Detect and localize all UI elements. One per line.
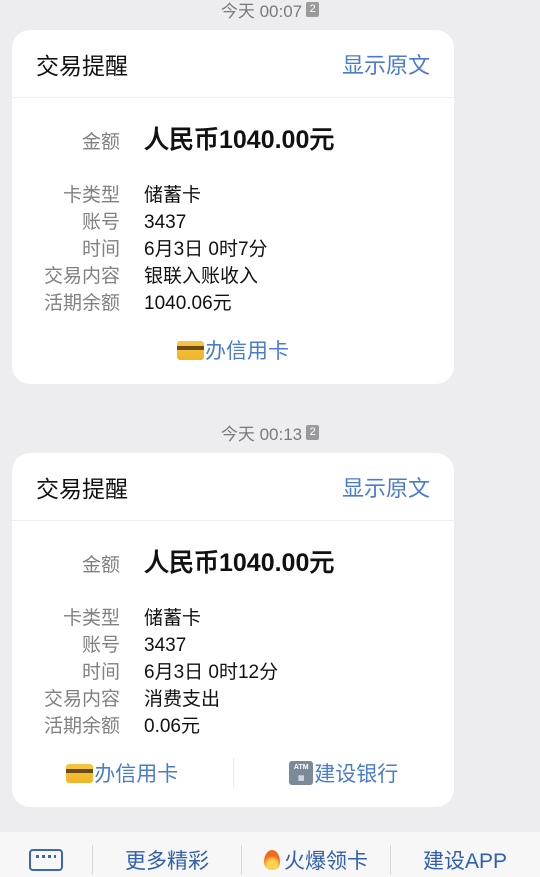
detail-label: 活期余额 — [43, 716, 120, 737]
detail-row: 交易内容 银联入账收入 — [12, 261, 454, 288]
detail-value: 3437 — [144, 635, 187, 656]
credit-card-icon — [177, 340, 204, 360]
detail-row: 账号 3437 — [12, 630, 454, 657]
transaction-alert-card: 交易提醒 显示原文 金额 人民币1040.00元 卡类型 储蓄卡 账号 3437… — [12, 453, 454, 807]
detail-value: 0.06元 — [144, 716, 200, 737]
action-label: 办信用卡 — [205, 340, 289, 363]
detail-label: 交易内容 — [43, 266, 120, 287]
action-label: 办信用卡 — [94, 763, 179, 786]
menu-label: 建设APP — [422, 850, 508, 873]
timestamp-text: 今天 00:13 — [220, 425, 303, 444]
menu-ccb-app-button[interactable]: 建设APP — [391, 843, 539, 877]
detail-label: 卡类型 — [62, 185, 120, 206]
apply-credit-card-button[interactable]: 办信用卡 — [12, 335, 454, 365]
card-actions: 办信用卡 ATM ▦ 建设银行 — [12, 739, 454, 807]
detail-label: 交易内容 — [43, 689, 120, 710]
detail-list: 卡类型 储蓄卡 账号 3437 时间 6月3日 0时7分 交易内容 银联入账收入… — [12, 180, 454, 315]
card-header: 交易提醒 显示原文 — [12, 453, 454, 521]
sim-badge-icon: 2 — [306, 2, 320, 17]
detail-label: 账号 — [81, 212, 120, 233]
menu-hot-card-button[interactable]: 火爆领卡 — [242, 843, 390, 877]
message-timestamp: 今天 00:07 2 — [0, 0, 540, 22]
detail-value: 银联入账收入 — [144, 266, 259, 287]
card-header: 交易提醒 显示原文 — [12, 30, 454, 98]
amount-label: 金额 — [81, 132, 120, 153]
show-original-link[interactable]: 显示原文 — [342, 48, 430, 80]
card-title: 交易提醒 — [36, 52, 128, 79]
transaction-alert-card: 交易提醒 显示原文 金额 人民币1040.00元 卡类型 储蓄卡 账号 3437… — [12, 30, 454, 384]
detail-value: 1040.06元 — [144, 293, 232, 314]
detail-value: 储蓄卡 — [144, 608, 202, 629]
detail-row: 账号 3437 — [12, 207, 454, 234]
detail-row: 活期余额 0.06元 — [12, 711, 454, 738]
bottom-menu-bar: 更多精彩 火爆领卡 建设APP — [0, 832, 540, 877]
action-label: 建设银行 — [314, 763, 399, 786]
amount-value: 人民币1040.00元 — [144, 126, 335, 154]
detail-label: 时间 — [81, 662, 120, 683]
detail-value: 3437 — [144, 212, 187, 233]
sim-badge-icon: 2 — [306, 425, 320, 440]
detail-list: 卡类型 储蓄卡 账号 3437 时间 6月3日 0时12分 交易内容 消费支出 … — [12, 603, 454, 738]
detail-value: 6月3日 0时12分 — [144, 662, 279, 683]
keyboard-icon — [29, 849, 63, 871]
menu-label: 火爆领卡 — [284, 850, 368, 873]
detail-row: 活期余额 1040.06元 — [12, 288, 454, 315]
menu-label: 更多精彩 — [125, 850, 209, 873]
amount-value: 人民币1040.00元 — [144, 549, 335, 577]
detail-label: 时间 — [81, 239, 120, 260]
detail-value: 储蓄卡 — [144, 185, 202, 206]
card-title: 交易提醒 — [36, 475, 128, 502]
message-timestamp: 今天 00:13 2 — [0, 420, 540, 445]
detail-label: 卡类型 — [62, 608, 120, 629]
menu-more-button[interactable]: 更多精彩 — [93, 843, 241, 877]
timestamp-text: 今天 00:07 — [220, 2, 303, 21]
amount-label: 金额 — [81, 555, 120, 576]
detail-value: 消费支出 — [144, 689, 221, 710]
fire-icon — [264, 850, 280, 870]
detail-label: 活期余额 — [43, 293, 120, 314]
apply-credit-card-button[interactable]: 办信用卡 — [12, 758, 233, 788]
show-original-link[interactable]: 显示原文 — [342, 471, 430, 503]
detail-row: 时间 6月3日 0时7分 — [12, 234, 454, 261]
ccb-bank-button[interactable]: ATM ▦ 建设银行 — [234, 758, 455, 788]
detail-row: 交易内容 消费支出 — [12, 684, 454, 711]
atm-icon: ATM ▦ — [289, 761, 314, 785]
keyboard-toggle-button[interactable] — [0, 843, 92, 877]
detail-row: 卡类型 储蓄卡 — [12, 180, 454, 207]
amount-row: 金额 人民币1040.00元 — [12, 543, 454, 579]
amount-row: 金额 人民币1040.00元 — [12, 120, 454, 156]
credit-card-icon — [66, 763, 94, 783]
detail-label: 账号 — [81, 635, 120, 656]
card-actions: 办信用卡 — [12, 316, 454, 384]
detail-row: 时间 6月3日 0时12分 — [12, 657, 454, 684]
detail-value: 6月3日 0时7分 — [144, 239, 268, 260]
detail-row: 卡类型 储蓄卡 — [12, 603, 454, 630]
